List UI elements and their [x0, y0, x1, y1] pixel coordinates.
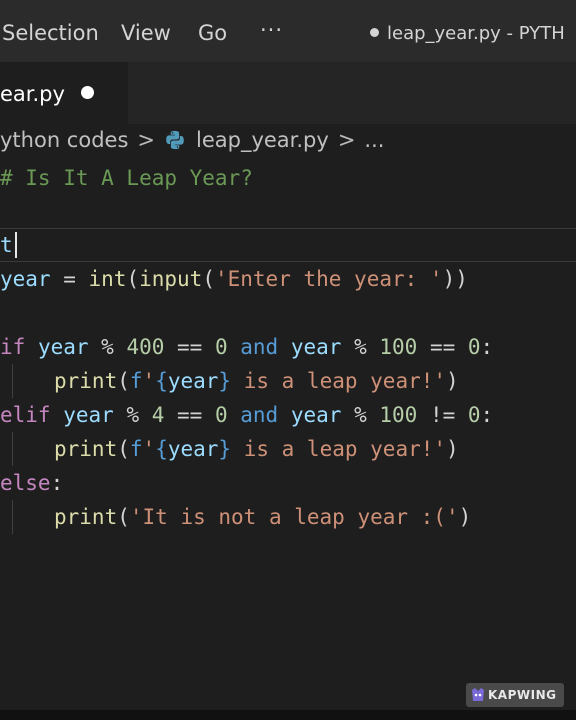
code-token: year: [50, 403, 114, 427]
code-token: is a leap year!': [231, 437, 447, 461]
code-token: (: [117, 369, 130, 393]
code-token: {: [155, 369, 168, 393]
code-token: year: [167, 369, 219, 393]
breadcrumb-file[interactable]: leap_year.py: [196, 128, 329, 152]
breadcrumb: ython codes > leap_year.py >...: [0, 128, 384, 160]
python-file-icon: [166, 130, 184, 150]
unsaved-indicator-icon[interactable]: [81, 86, 94, 99]
kapwing-logo-icon: [472, 688, 484, 701]
code-token: %: [113, 403, 152, 427]
window-title-text: leap_year.py - PYTH: [387, 23, 565, 44]
code-token: %: [341, 403, 380, 427]
code-token: int: [88, 267, 127, 291]
current-line-highlight: [0, 228, 576, 262]
code-token: {: [155, 437, 168, 461]
code-token: ': [142, 369, 156, 393]
menu-selection[interactable]: Selection: [2, 21, 99, 45]
code-token: 0: [214, 335, 228, 359]
code-token: %: [88, 335, 127, 359]
code-token: is a leap year!': [231, 369, 447, 393]
code-token: (: [117, 505, 130, 529]
code-token: }: [218, 369, 232, 393]
code-token: ==: [164, 403, 215, 427]
indent-guide: [12, 364, 13, 398]
code-token: 100: [379, 335, 418, 359]
tab-bar: ear.py: [0, 62, 576, 124]
code-token: 0: [214, 403, 228, 427]
menu-bar: Selection View Go ··· leap_year.py - PYT…: [0, 0, 576, 62]
chevron-right-icon: >: [137, 128, 155, 152]
code-token: ==: [417, 335, 468, 359]
code-token: 0: [467, 403, 481, 427]
chevron-right-icon: >: [337, 128, 356, 152]
code-token: f: [129, 437, 143, 461]
code-line-1: # Is It A Leap Year?: [0, 166, 253, 190]
menu-view[interactable]: View: [121, 21, 171, 45]
code-token: else: [0, 471, 51, 495]
code-token: print: [54, 505, 118, 529]
code-token: ): [458, 505, 472, 529]
indent-guide: [12, 432, 13, 466]
code-token: (: [117, 437, 130, 461]
code-line-3: t: [0, 228, 13, 262]
menu-go[interactable]: Go: [198, 21, 227, 45]
code-token: 0: [467, 335, 481, 359]
code-token: )): [442, 267, 468, 291]
code-token: year: [25, 335, 89, 359]
code-line-11: print('It is not a leap year :('): [54, 500, 471, 534]
code-token: input: [139, 267, 203, 291]
code-token: year: [167, 437, 219, 461]
code-token: (: [202, 267, 215, 291]
code-token: f: [129, 369, 143, 393]
code-line-10: else:: [0, 466, 63, 500]
code-token: and: [227, 403, 279, 427]
code-token: print: [54, 437, 118, 461]
code-token: elif: [0, 403, 51, 427]
code-token: =: [50, 267, 89, 291]
code-token: :: [480, 403, 494, 427]
code-line-7: print(f'{year} is a leap year!'): [54, 364, 459, 398]
window-title: leap_year.py - PYTH: [370, 23, 565, 44]
code-line-4: year = int(input('Enter the year: ')): [0, 262, 468, 296]
indent-guide: [12, 500, 13, 534]
code-token: (: [126, 267, 140, 291]
code-line-8: elif year % 4 == 0 and year % 100 != 0:: [0, 398, 493, 432]
tab-leap-year[interactable]: ear.py: [0, 62, 128, 124]
code-token: ==: [164, 335, 215, 359]
watermark-text: KAPWING: [488, 688, 557, 702]
code-token: 100: [379, 403, 418, 427]
code-token: year: [0, 267, 51, 291]
code-token: ): [446, 369, 459, 393]
code-token: 400: [126, 335, 165, 359]
code-token: %: [341, 335, 380, 359]
code-token: t: [0, 233, 13, 257]
code-line-6: if year % 400 == 0 and year % 100 == 0:: [0, 330, 493, 364]
code-token: if: [0, 335, 26, 359]
code-token: ): [446, 437, 459, 461]
code-line-9: print(f'{year} is a leap year!'): [54, 432, 459, 466]
code-token: year: [278, 403, 342, 427]
code-token: and: [227, 335, 279, 359]
code-token: year: [278, 335, 342, 359]
code-token: 4: [151, 403, 165, 427]
menu-more[interactable]: ···: [260, 18, 283, 42]
code-token: :: [480, 335, 494, 359]
code-token: 'Enter the year: ': [214, 267, 443, 291]
code-token: print: [54, 369, 118, 393]
breadcrumb-folder[interactable]: ython codes: [0, 128, 128, 152]
unsaved-dot-icon: [370, 28, 379, 37]
bottom-strip: [0, 710, 576, 720]
code-editor[interactable]: # Is It A Leap Year? t year = int(input(…: [0, 160, 576, 710]
kapwing-watermark: KAPWING: [466, 683, 564, 707]
code-token: ': [142, 437, 156, 461]
code-token: !=: [417, 403, 468, 427]
code-token: :: [50, 471, 64, 495]
code-token: 'It is not a leap year :(': [129, 505, 459, 529]
breadcrumb-more[interactable]: ...: [364, 128, 384, 152]
code-token: }: [218, 437, 232, 461]
text-cursor: [15, 232, 17, 258]
tab-label: ear.py: [0, 82, 65, 106]
